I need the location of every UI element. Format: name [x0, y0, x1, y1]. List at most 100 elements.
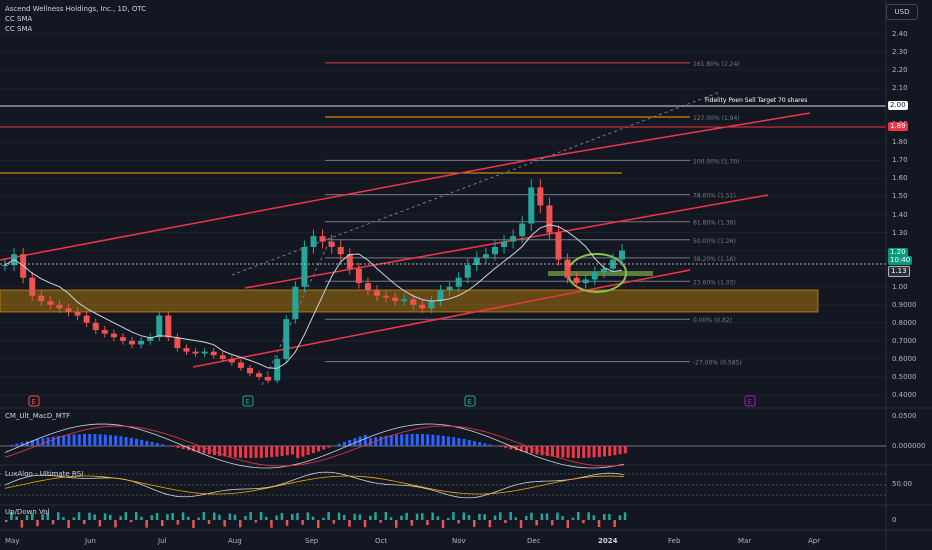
rsi-title[interactable]: LuxAlgo - Ultimate RSI — [5, 470, 83, 478]
volume-bar — [93, 514, 96, 520]
volume-bar — [20, 520, 24, 528]
macd-bar — [337, 443, 341, 446]
macd-bar — [15, 443, 19, 446]
macd-bar — [571, 446, 575, 458]
macd-bar — [291, 446, 294, 455]
volume-bar — [514, 517, 518, 520]
chart-title: Ascend Wellness Holdings, Inc., 1D, OTC — [5, 5, 147, 13]
price-axis-label: 0.7000 — [892, 336, 917, 345]
macd-bar — [62, 435, 66, 446]
volume-bar — [135, 512, 138, 520]
macd-bar — [109, 435, 112, 446]
candle-body — [201, 351, 208, 354]
currency-button[interactable]: USD — [886, 4, 918, 20]
volume-bar — [129, 520, 133, 523]
macd-bar — [249, 446, 253, 458]
red-price-tag: 1.89 — [888, 122, 908, 131]
macd-bar — [389, 435, 393, 446]
candle-body — [292, 286, 299, 320]
macd-bar — [77, 434, 81, 446]
volume-bar — [15, 516, 18, 520]
macd-bar — [327, 446, 331, 448]
macd-bar — [400, 434, 404, 446]
volume-bar — [540, 513, 544, 520]
macd-title[interactable]: CM_Ult_MacD_MTF — [5, 412, 70, 420]
volume-bar — [155, 513, 159, 520]
volume-bar — [114, 520, 117, 528]
volume-bar — [171, 512, 174, 520]
macd-bar — [577, 446, 580, 458]
indicator-label[interactable]: CC SMA — [5, 14, 32, 24]
volume-bar — [358, 514, 362, 520]
target-annotation: Fidelity Poen Sell Target 70 shares — [705, 97, 808, 104]
volume-bar — [223, 520, 226, 527]
macd-bar — [296, 446, 300, 459]
volume-bar — [405, 512, 408, 520]
candle-body — [65, 308, 72, 312]
candle-body — [337, 246, 344, 255]
volume-bar — [181, 512, 185, 520]
macd-bar — [119, 436, 123, 446]
volume-bar — [5, 520, 8, 522]
time-axis-label: 2024 — [598, 537, 618, 545]
vol-title[interactable]: Up/Down Vol — [5, 508, 49, 516]
macd-bar — [88, 434, 92, 446]
macd-bar — [613, 446, 617, 456]
time-axis-label: Apr — [808, 537, 821, 545]
macd-bar — [447, 436, 450, 446]
chart-canvas[interactable]: 161.80% (2.24) 127.00% (1.94) 100.00% (1.7… — [0, 0, 932, 550]
macd-bar — [405, 434, 409, 446]
macd-bar — [499, 446, 502, 447]
indicator-label[interactable]: CC SMA — [5, 24, 32, 34]
candle-body — [600, 268, 607, 273]
price-axis-label: 1.70 — [892, 156, 908, 165]
macd-bar — [135, 438, 138, 446]
price-axis-label: 2.30 — [892, 48, 908, 57]
macd-bar — [597, 446, 601, 458]
volume-bar — [556, 512, 559, 520]
earnings-marker-label: E — [748, 398, 752, 406]
volume-bar — [571, 517, 575, 520]
volume-bar — [535, 520, 538, 526]
target-price-tag: 2.00 — [888, 101, 908, 110]
candle-body — [265, 376, 272, 381]
macd-bar — [603, 446, 606, 457]
volume-bar — [530, 512, 533, 520]
volume-bar — [369, 515, 372, 520]
volume-bar — [504, 520, 507, 523]
time-axis-label: Nov — [452, 537, 466, 545]
volume-bar — [545, 513, 549, 520]
volume-bar — [202, 512, 206, 520]
candle-body — [555, 232, 562, 260]
volume-bar — [603, 514, 606, 520]
macd-bar — [317, 446, 320, 452]
candle-body — [246, 367, 253, 374]
macd-bar — [478, 442, 482, 446]
volume-bar — [244, 516, 247, 520]
candle-body — [56, 304, 63, 309]
time-axis-label: Oct — [375, 537, 388, 545]
volume-bar — [228, 513, 232, 520]
volume-bar — [353, 513, 356, 520]
volume-bar — [140, 516, 143, 520]
volume-bar — [561, 516, 564, 520]
macd-bar — [171, 446, 175, 447]
fib-label: 0.00% (0.82) — [693, 317, 732, 324]
volume-bar — [275, 515, 278, 520]
volume-bar — [249, 512, 252, 520]
candle-body — [591, 272, 598, 280]
price-axis-label: 1.50 — [892, 192, 908, 201]
macd-bar — [72, 434, 76, 446]
macd-bar — [306, 446, 310, 455]
macd-bar — [504, 446, 508, 449]
candle-body — [428, 301, 435, 309]
candle-body — [528, 187, 535, 224]
countdown-tag: 10:40 — [888, 256, 913, 265]
volume-bar — [197, 517, 200, 520]
candle-body — [74, 311, 81, 316]
price-axis-label: 2.20 — [892, 66, 908, 75]
fib-label: 50.00% (1.26) — [693, 238, 736, 245]
macd-bar — [462, 438, 466, 446]
vol-axis-label: 0 — [892, 516, 897, 524]
volume-bar — [400, 515, 403, 520]
